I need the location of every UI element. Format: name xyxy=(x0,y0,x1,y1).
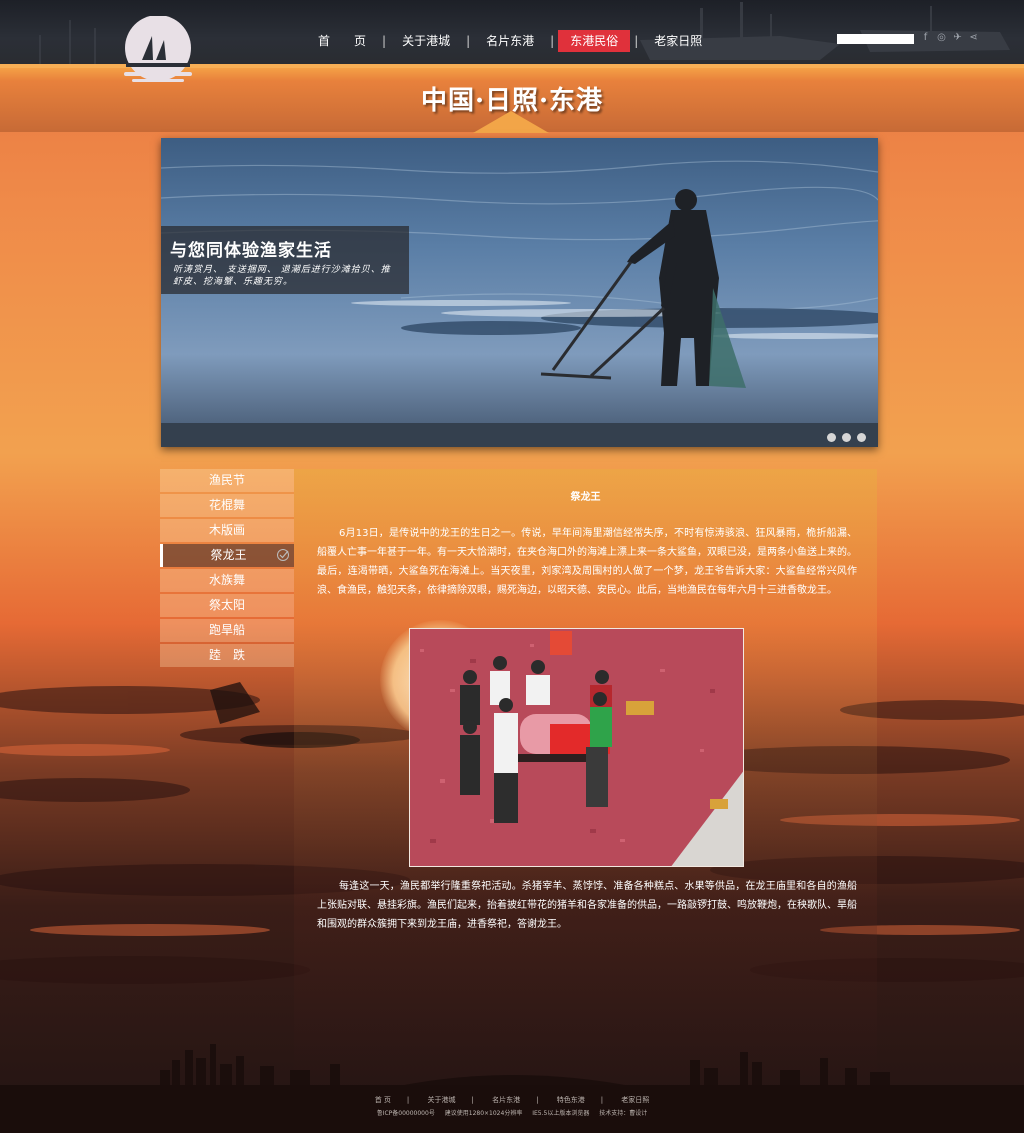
banner-subtext: 听涛赏月、 支送捆网、 退潮后进行沙滩拾贝、推虾皮、挖海蟹、乐趣无穷。 xyxy=(173,265,391,287)
article-paragraph: 6月13日，是传说中的龙王的生日之一。传说，早年间海里潮信经常失序，不时有惊涛骇… xyxy=(317,528,857,596)
footer-nav: 首 页 | 关于港城 | 名片东港 | 特色东港 | 老家日照 xyxy=(0,1095,1024,1105)
footer-link-features[interactable]: 特色东港 xyxy=(557,1096,585,1104)
sidebar-menu: 渔民节 花棍舞 木版画 祭龙王 水族舞 祭太阳 跑旱船 踛 跌 xyxy=(160,469,294,669)
slide-dot[interactable] xyxy=(827,433,836,442)
sidebar-item-woodblock[interactable]: 木版画 xyxy=(160,519,294,542)
hero-banner[interactable]: 与您同体验渔家生活 听涛赏月、 支送捆网、 退潮后进行沙滩拾贝、推虾皮、挖海蟹、… xyxy=(161,138,878,447)
top-header: 首 页 | 关于港城 | 名片东港 | 东港民俗 | 老家日照 f ◎ ✈ ⋖ xyxy=(0,0,1024,82)
footer-icp: 鲁ICP备00000000号 xyxy=(376,1110,435,1117)
main-nav: 首 页 | 关于港城 | 名片东港 | 东港民俗 | 老家日照 xyxy=(306,30,714,52)
footer-support: 技术支持：曹设计 xyxy=(599,1110,648,1117)
nav-home[interactable]: 首 页 xyxy=(306,30,378,52)
sidebar-item-tumble[interactable]: 踛 跌 xyxy=(160,644,294,667)
banner-caption: 与您同体验渔家生活 听涛赏月、 支送捆网、 退潮后进行沙滩拾贝、推虾皮、挖海蟹、… xyxy=(161,226,409,294)
footer-link-card[interactable]: 名片东港 xyxy=(492,1096,520,1104)
nav-separator: | xyxy=(382,34,387,48)
check-circle-icon xyxy=(277,549,289,561)
facebook-icon[interactable]: f xyxy=(920,32,931,43)
sidebar-item-sun-worship[interactable]: 祭太阳 xyxy=(160,594,294,617)
nav-folk-customs[interactable]: 东港民俗 xyxy=(558,30,631,52)
sidebar-item-label: 祭龙王 xyxy=(210,548,247,562)
sidebar-item-water-dance[interactable]: 水族舞 xyxy=(160,569,294,592)
slide-dot[interactable] xyxy=(857,433,866,442)
footer-info: 鲁ICP备00000000号 建议使用1280×1024分辨率 IE5.5以上版… xyxy=(0,1108,1024,1117)
share-icon[interactable]: ⋖ xyxy=(968,32,979,43)
footer-link-hometown[interactable]: 老家日照 xyxy=(621,1096,649,1104)
article-title: 祭龙王 xyxy=(570,492,601,503)
footer-link-home[interactable]: 首 页 xyxy=(375,1096,391,1104)
city-skyline-silhouette xyxy=(160,1044,890,1090)
nav-about[interactable]: 关于港城 xyxy=(390,30,462,52)
twitter-icon[interactable]: ✈ xyxy=(952,32,963,43)
nav-card[interactable]: 名片东港 xyxy=(474,30,546,52)
band-pointer xyxy=(473,111,549,133)
sidebar-item-stick-dance[interactable]: 花棍舞 xyxy=(160,494,294,517)
footer-resolution: 建议使用1280×1024分辨率 xyxy=(444,1110,523,1117)
article-paragraph: 每逢这一天，渔民都举行隆重祭祀活动。杀猪宰羊、蒸饽饽、准备各种糕点、水果等供品，… xyxy=(317,881,857,930)
ceremony-image xyxy=(410,629,743,866)
banner-pagination xyxy=(827,433,866,442)
social-links: f ◎ ✈ ⋖ xyxy=(920,32,979,43)
article-panel: 祭龙王 6月13日，是传说中的龙王的生日之一。传说，早年间海里潮信经常失序，不时… xyxy=(294,469,877,1085)
nav-separator: | xyxy=(466,34,471,48)
search-input[interactable] xyxy=(837,34,914,44)
footer-link-about[interactable]: 关于港城 xyxy=(428,1096,456,1104)
sidebar-item-land-boat[interactable]: 跑旱船 xyxy=(160,619,294,642)
banner-headline: 与您同体验渔家生活 xyxy=(170,241,332,261)
nav-separator: | xyxy=(550,34,555,48)
dribbble-icon[interactable]: ◎ xyxy=(936,32,947,43)
footer-separator: | xyxy=(536,1096,539,1104)
footer-separator: | xyxy=(471,1096,474,1104)
slide-dot[interactable] xyxy=(842,433,851,442)
footer-browser: IE5.5以上版本浏览器 xyxy=(532,1110,590,1117)
sidebar-item-fishermen-festival[interactable]: 渔民节 xyxy=(160,469,294,492)
page-footer: 首 页 | 关于港城 | 名片东港 | 特色东港 | 老家日照 鲁ICP备0000000… xyxy=(0,1085,1024,1133)
site-logo[interactable] xyxy=(122,16,194,88)
ceremony-photo xyxy=(409,628,744,867)
nav-hometown[interactable]: 老家日照 xyxy=(642,30,714,52)
footer-separator: | xyxy=(600,1096,604,1104)
footer-separator: | xyxy=(406,1096,410,1104)
sidebar-item-dragon-king[interactable]: 祭龙王 xyxy=(160,544,294,567)
nav-separator: | xyxy=(634,34,639,48)
